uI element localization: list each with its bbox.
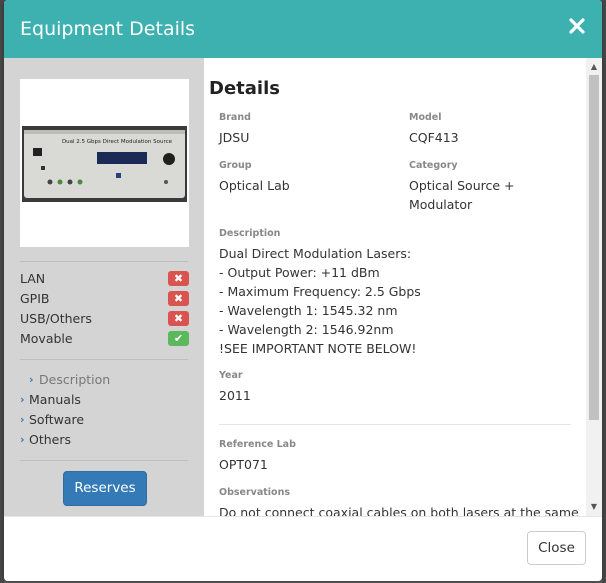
modal-title: Equipment Details [20, 18, 196, 40]
photo-caption: Dual 2.5 Gbps Direct Modulation Source [62, 139, 173, 145]
field-label: Observations [219, 487, 291, 498]
reserves-button[interactable]: Reserves [63, 471, 147, 506]
category-field: Category Optical Source + Modulator [409, 160, 584, 214]
sidebar: Dual 2.5 Gbps Direct Modulation Source L… [4, 58, 204, 516]
equipment-details-modal: Equipment Details Dual 2.5 Gbps Direct M… [4, 0, 602, 581]
nav-label: Description [39, 372, 111, 387]
scrollbar-thumb[interactable] [589, 75, 599, 420]
divider [219, 424, 571, 425]
field-label: Brand [219, 112, 251, 123]
brand-value: JDSU [219, 130, 250, 145]
feature-row-gpib: GPIB ✖ [20, 288, 189, 308]
feature-label: USB/Others [20, 311, 92, 326]
details-heading: Details [209, 78, 280, 99]
field-label: Category [409, 160, 458, 171]
details-panel: Details Brand JDSU Model CQF413 Group Op… [204, 58, 586, 516]
model-field: Model CQF413 [409, 112, 584, 147]
category-line: Modulator [409, 197, 473, 212]
description-line: !SEE IMPORTANT NOTE BELOW! [219, 341, 417, 356]
observations-field: Observations Do not connect coaxial cabl… [219, 487, 579, 516]
feature-label: Movable [20, 331, 73, 346]
model-value: CQF413 [409, 130, 459, 145]
equipment-photo-frame: Dual 2.5 Gbps Direct Modulation Source [20, 79, 189, 247]
feature-list: LAN ✖ GPIB ✖ USB/Others ✖ Movable ✔ [20, 268, 189, 348]
nav-item-description[interactable]: › Description [20, 369, 189, 389]
section-nav: › Description › Manuals › Software › Oth… [20, 369, 189, 449]
category-line: Optical Source + [409, 178, 515, 193]
cross-icon: ✖ [168, 311, 189, 326]
close-icon[interactable] [566, 15, 588, 37]
nav-label: Manuals [29, 392, 81, 407]
field-label: Reference Lab [219, 439, 296, 450]
divider [20, 359, 188, 360]
feature-row-lan: LAN ✖ [20, 268, 189, 288]
nav-item-others[interactable]: › Others [20, 429, 189, 449]
reference-lab-value: OPT071 [219, 457, 268, 472]
check-icon: ✔ [168, 331, 189, 346]
description-line: Dual Direct Modulation Lasers: [219, 246, 412, 261]
cross-icon: ✖ [168, 271, 189, 286]
chevron-right-icon: › [20, 413, 25, 426]
group-field: Group Optical Lab [219, 160, 399, 195]
year-field: Year 2011 [219, 370, 399, 405]
description-value: Dual Direct Modulation Lasers: - Output … [219, 244, 579, 358]
description-line: - Maximum Frequency: 2.5 Gbps [219, 284, 421, 299]
details-scrollbar[interactable]: ▲ ▼ [586, 58, 602, 516]
feature-row-usb: USB/Others ✖ [20, 308, 189, 328]
field-label: Year [219, 370, 243, 381]
feature-label: GPIB [20, 291, 50, 306]
divider [20, 261, 188, 262]
feature-row-movable: Movable ✔ [20, 328, 189, 348]
observations-value: Do not connect coaxial cables on both la… [219, 505, 579, 516]
equipment-photo: Dual 2.5 Gbps Direct Modulation Source [22, 126, 187, 202]
field-label: Group [219, 160, 252, 171]
description-line: - Output Power: +11 dBm [219, 265, 380, 280]
scroll-up-arrow-icon[interactable]: ▲ [586, 60, 602, 74]
nav-item-software[interactable]: › Software [20, 409, 189, 429]
modal-footer: Close [4, 516, 602, 581]
backdrop-right [602, 0, 606, 583]
close-button[interactable]: Close [527, 531, 586, 565]
nav-label: Others [29, 432, 72, 447]
cross-icon: ✖ [168, 291, 189, 306]
chevron-right-icon: › [20, 393, 25, 406]
description-field: Description Dual Direct Modulation Laser… [219, 228, 579, 358]
brand-field: Brand JDSU [219, 112, 399, 147]
description-line: - Wavelength 2: 1546.92nm [219, 322, 394, 337]
group-value: Optical Lab [219, 178, 290, 193]
scroll-down-arrow-icon[interactable]: ▼ [586, 500, 602, 514]
nav-item-manuals[interactable]: › Manuals [20, 389, 189, 409]
nav-label: Software [29, 412, 85, 427]
divider [20, 460, 188, 461]
year-value: 2011 [219, 388, 251, 403]
category-value: Optical Source + Modulator [409, 176, 584, 214]
modal-body: Dual 2.5 Gbps Direct Modulation Source L… [4, 58, 602, 516]
feature-label: LAN [20, 271, 46, 286]
chevron-right-icon: › [20, 433, 25, 446]
modal-header: Equipment Details [4, 0, 602, 58]
chevron-right-icon: › [29, 373, 34, 386]
reference-lab-field: Reference Lab OPT071 [219, 439, 399, 474]
field-label: Model [409, 112, 442, 123]
description-line: - Wavelength 1: 1545.32 nm [219, 303, 398, 318]
field-label: Description [219, 228, 281, 239]
